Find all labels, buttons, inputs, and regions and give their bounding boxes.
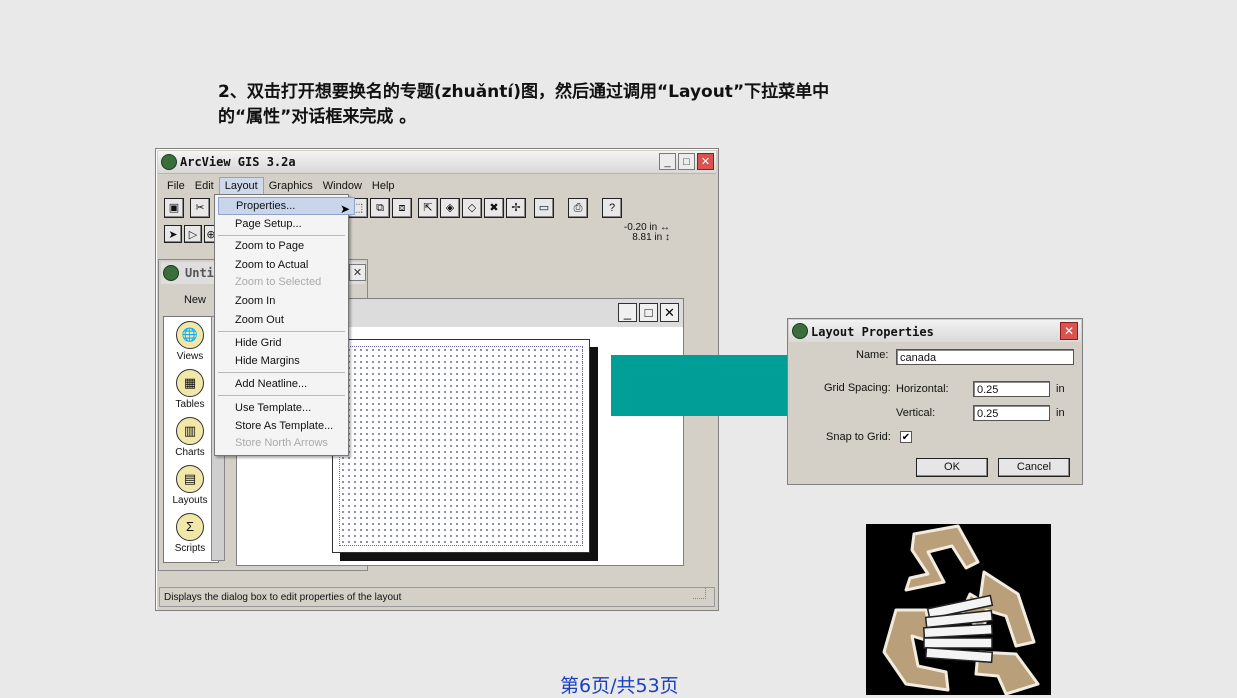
arcview-globe-icon xyxy=(161,154,177,170)
status-bar: Displays the dialog box to edit properti… xyxy=(159,587,715,607)
menu-file[interactable]: File xyxy=(162,177,190,195)
menu-window[interactable]: Window xyxy=(318,177,367,195)
arcview-title: ArcView GIS 3.2a xyxy=(180,155,296,169)
window-controls: _ □ ✕ xyxy=(657,153,714,171)
vertical-label: Vertical: xyxy=(896,407,936,419)
recycle-clipart xyxy=(866,524,1051,695)
layout-close-button[interactable]: ✕ xyxy=(660,303,679,322)
menu-item-hide-grid[interactable]: Hide Grid xyxy=(235,335,281,351)
arcview-titlebar: ArcView GIS 3.2a _ □ ✕ xyxy=(158,151,716,174)
print-icon[interactable]: ⎙ xyxy=(568,198,588,218)
cursor-coordinates: -0.20 in ↔ 8.81 in ↕ xyxy=(623,222,670,243)
menu-item-store-north-arrows: Store North Arrows xyxy=(235,437,328,449)
menu-item-zoom-out[interactable]: Zoom Out xyxy=(235,312,284,328)
resize-grip-icon[interactable] xyxy=(693,588,706,599)
horizontal-label: Horizontal: xyxy=(896,383,949,395)
ungroup-icon[interactable]: ⧈ xyxy=(392,198,412,218)
cancel-button[interactable]: Cancel xyxy=(998,458,1070,477)
project-item-charts[interactable]: ▥ Charts xyxy=(164,417,216,458)
vertical-unit: in xyxy=(1056,407,1065,419)
name-label: Name: xyxy=(856,349,889,361)
charts-bar-icon: ▥ xyxy=(176,417,204,445)
menu-separator xyxy=(218,372,345,373)
project-globe-icon xyxy=(163,265,179,281)
menu-item-use-template[interactable]: Use Template... xyxy=(235,400,311,416)
dialog-titlebar: Layout Properties ✕ xyxy=(789,320,1081,342)
dialog-title: Layout Properties xyxy=(811,325,934,339)
dialog-globe-icon xyxy=(792,323,808,339)
close-button[interactable]: ✕ xyxy=(697,153,714,170)
tables-grid-icon: ▦ xyxy=(176,369,204,397)
save-icon[interactable]: ▣ xyxy=(164,198,184,218)
layout-dropdown-menu: Properties... Page Setup... Zoom to Page… xyxy=(214,194,355,456)
menu-help[interactable]: Help xyxy=(367,177,400,195)
menu-item-hide-margins[interactable]: Hide Margins xyxy=(235,353,300,369)
menu-bar: File Edit Layout Graphics Window Help xyxy=(162,177,400,195)
scripts-scroll-icon: Σ xyxy=(176,513,204,541)
views-globe-icon: 🌐 xyxy=(176,321,204,349)
teal-decoration xyxy=(611,355,812,416)
menu-separator xyxy=(218,235,345,236)
pointer-tool-icon[interactable]: ➤ xyxy=(164,225,182,243)
layout-grid xyxy=(339,346,583,546)
menu-item-store-as-template[interactable]: Store As Template... xyxy=(235,418,333,434)
slide-caption: 2、双击打开想要换名的专题(zhuǎntí)图，然后通过调用“Layout”下拉… xyxy=(218,80,978,130)
status-text: Displays the dialog box to edit properti… xyxy=(164,592,402,603)
project-item-tables[interactable]: ▦ Tables xyxy=(164,369,216,410)
menu-item-add-neatline[interactable]: Add Neatline... xyxy=(235,376,307,392)
horizontal-unit: in xyxy=(1056,383,1065,395)
menu-item-zoom-to-selected: Zoom to Selected xyxy=(235,276,322,288)
zoom-actual-icon[interactable]: ◇ xyxy=(462,198,482,218)
group-icon[interactable]: ⧉ xyxy=(370,198,390,218)
menu-item-zoom-to-actual[interactable]: Zoom to Actual xyxy=(235,257,308,273)
project-item-views[interactable]: 🌐 Views xyxy=(164,321,216,362)
layout-minimize-button[interactable]: _ xyxy=(618,303,637,322)
menu-item-properties[interactable]: Properties... xyxy=(218,197,355,215)
snap-to-grid-label: Snap to Grid: xyxy=(826,431,891,443)
menu-item-zoom-to-page[interactable]: Zoom to Page xyxy=(235,238,304,254)
coord-y: 8.81 in xyxy=(632,232,663,243)
project-item-layouts[interactable]: ▤ Layouts xyxy=(164,465,216,506)
zoom-in-icon[interactable]: ✖ xyxy=(484,198,504,218)
page-frame-icon[interactable]: ▭ xyxy=(534,198,554,218)
mouse-pointer-icon: ➤ xyxy=(340,202,351,216)
maximize-button[interactable]: □ xyxy=(678,153,695,170)
layouts-page-icon: ▤ xyxy=(176,465,204,493)
project-close-button[interactable]: ✕ xyxy=(349,264,366,281)
layout-page[interactable] xyxy=(332,339,590,553)
vertical-input[interactable]: 0.25 xyxy=(973,405,1050,421)
snap-to-grid-checkbox[interactable]: ✔ xyxy=(900,431,912,443)
caption-line-2: 的“属性”对话框来完成 。 xyxy=(218,107,417,127)
menu-item-zoom-in[interactable]: Zoom In xyxy=(235,293,275,309)
bring-front-icon[interactable]: ⇱ xyxy=(418,198,438,218)
ok-button[interactable]: OK xyxy=(916,458,988,477)
dialog-close-button[interactable]: ✕ xyxy=(1060,322,1078,340)
menu-edit[interactable]: Edit xyxy=(190,177,219,195)
caption-line-1: 2、双击打开想要换名的专题(zhuǎntí)图，然后通过调用“Layout”下拉… xyxy=(218,82,830,102)
project-item-scripts[interactable]: Σ Scripts xyxy=(164,513,216,554)
menu-separator xyxy=(218,395,345,396)
layout-properties-dialog: Layout Properties ✕ Name: canada Grid Sp… xyxy=(787,318,1083,485)
zoom-page-icon[interactable]: ◈ xyxy=(440,198,460,218)
menu-item-page-setup[interactable]: Page Setup... xyxy=(235,216,302,232)
layout-maximize-button[interactable]: □ xyxy=(639,303,658,322)
menu-separator xyxy=(218,331,345,332)
vertex-tool-icon[interactable]: ▷ xyxy=(184,225,202,243)
grid-spacing-label: Grid Spacing: xyxy=(824,382,891,394)
recycle-arrows-icon xyxy=(882,524,1040,695)
zoom-out-icon[interactable]: ✢ xyxy=(506,198,526,218)
layout-window-controls: _ □ ✕ xyxy=(616,303,679,322)
menu-layout[interactable]: Layout xyxy=(218,177,264,195)
minimize-button[interactable]: _ xyxy=(659,153,676,170)
page-indicator: 第6页/共53页 xyxy=(560,675,679,697)
cut-icon[interactable]: ✂ xyxy=(190,198,210,218)
horizontal-input[interactable]: 0.25 xyxy=(973,381,1050,397)
project-title: Unti xyxy=(185,266,214,280)
name-input[interactable]: canada xyxy=(896,349,1074,365)
menu-graphics[interactable]: Graphics xyxy=(264,177,318,195)
help-cursor-icon[interactable]: ? xyxy=(602,198,622,218)
